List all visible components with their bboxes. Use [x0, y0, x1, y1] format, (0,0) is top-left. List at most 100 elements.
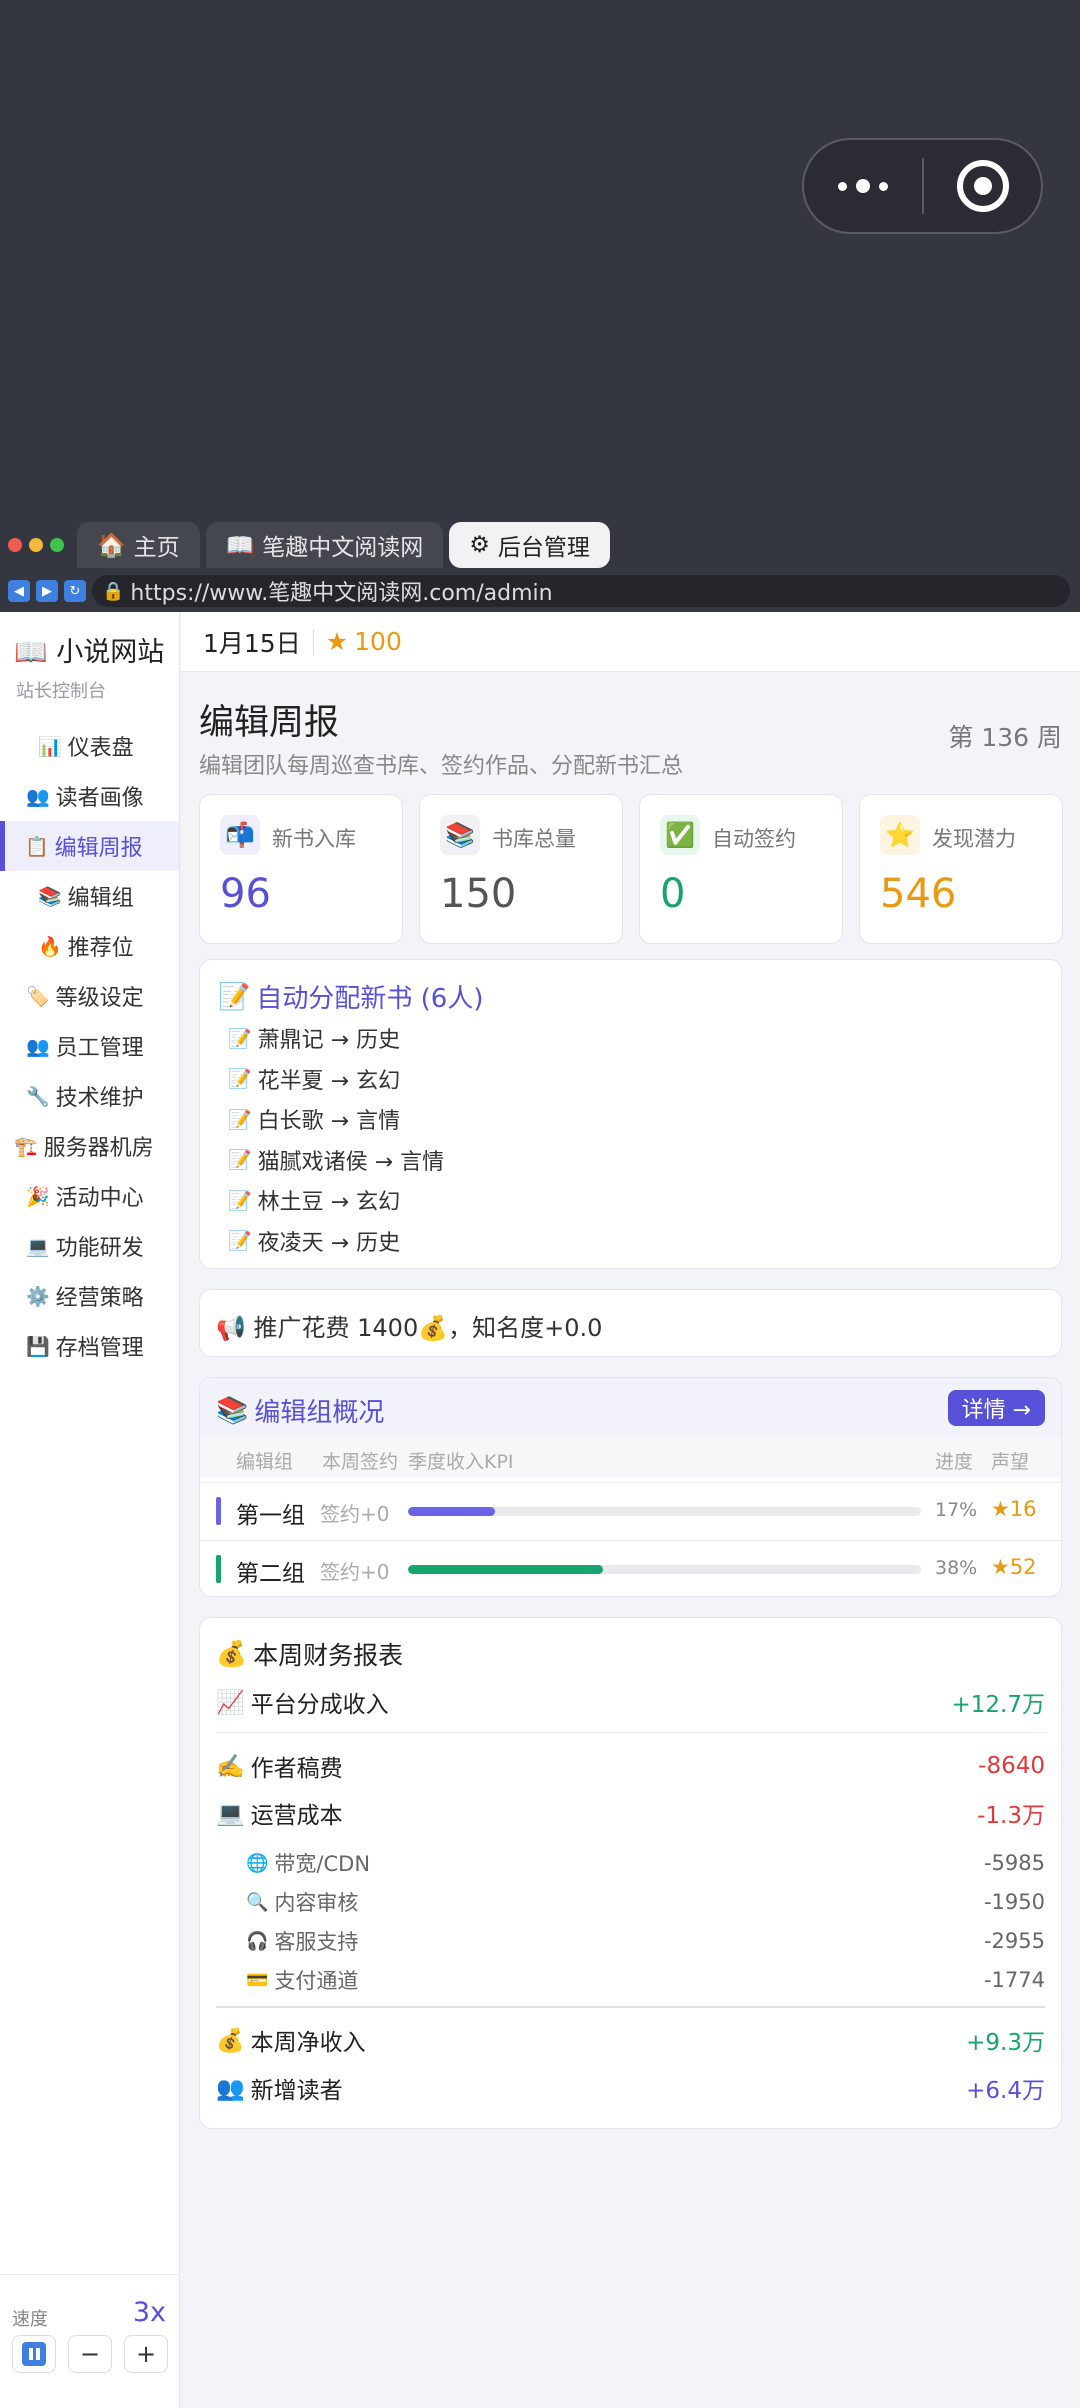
kpi-progress-bar	[408, 1565, 921, 1574]
speed-control: 速度 3x − +	[0, 2274, 180, 2408]
sidebar-brand-subtitle: 站长控制台	[16, 681, 106, 702]
tab-home[interactable]: 🏠 主页	[77, 522, 200, 568]
stat-card: 📬 新书入库 96	[199, 794, 403, 944]
speed-value: 3x	[132, 2297, 166, 2328]
sidebar-item-icon: 🔧	[26, 1085, 50, 1108]
assign-list-item: 📝 花半夏 → 玄幻	[228, 1063, 400, 1095]
sidebar-item-label: 活动中心	[55, 1186, 144, 1211]
details-button[interactable]: 详情 →	[947, 1390, 1045, 1426]
editor-groups-card: 📚 编辑组概况 详情 → 编辑组 本周签约 季度收入KPI 进度 声望 第一组签…	[199, 1377, 1062, 1597]
memo-icon: 📝	[228, 1230, 252, 1252]
promotion-card: 📢 推广花费 1400💰，知名度+0.0	[199, 1289, 1062, 1357]
assign-list-item: 📝 猫腻戏诸侯 → 言情	[228, 1144, 444, 1176]
sidebar-item[interactable]: 📊 仪表盘	[0, 721, 179, 771]
group-name: 第二组	[236, 1561, 305, 1587]
sidebar-item-icon: 💻	[26, 1235, 50, 1258]
operating-cost-item: 🎧 客服支持 -2955	[246, 1926, 1045, 1956]
sidebar-item-icon: 👥	[26, 785, 50, 808]
window-close-dot[interactable]	[8, 538, 22, 552]
column-header: 本周签约	[322, 1451, 399, 1473]
address-bar: ◀ ▶ ↻ 🔒 https://www.笔趣中文阅读网.com/admin	[0, 570, 1080, 612]
speed-plus-button[interactable]: +	[124, 2335, 168, 2373]
pause-button[interactable]	[12, 2335, 56, 2373]
sidebar-item-label: 编辑组	[67, 886, 134, 911]
row-label: 新增读者	[250, 2078, 343, 2104]
sidebar-item[interactable]: 📚 编辑组	[0, 871, 179, 921]
group-signed: 签约+0	[320, 1560, 390, 1584]
stat-card: ⭐ 发现潜力 546	[859, 794, 1063, 944]
sidebar-item-label: 读者画像	[55, 786, 144, 811]
author-fee-row: ✍️ 作者稿费 -8640	[216, 1748, 1045, 1784]
miniprogram-capsule	[802, 138, 1043, 234]
stat-label: 书库总量	[492, 827, 576, 851]
forward-icon[interactable]: ▶	[36, 580, 58, 602]
tab-reading-site[interactable]: 📖 笔趣中文阅读网	[205, 522, 444, 568]
chart-up-icon: 📈	[216, 1689, 245, 1716]
sidebar-item[interactable]: 💻 功能研发	[0, 1221, 179, 1271]
sidebar-item-label: 经营策略	[55, 1286, 144, 1311]
sidebar-item-icon: ⚙️	[26, 1285, 50, 1308]
auto-assign-title-text: 自动分配新书 (6人)	[256, 984, 484, 1014]
cost-item-value: -2955	[983, 1929, 1045, 1953]
books-icon: 📚	[216, 1395, 249, 1426]
editor-groups-header: 📚 编辑组概况 详情 →	[200, 1378, 1061, 1438]
memo-icon: 📝	[228, 1189, 252, 1212]
memo-icon: 📝	[228, 1149, 252, 1171]
sidebar-item[interactable]: 🏷️ 等级设定	[0, 971, 179, 1021]
sidebar-item[interactable]: 🎉 活动中心	[0, 1171, 179, 1221]
sidebar-item-label: 编辑周报	[54, 836, 143, 861]
sidebar-nav: 📊 仪表盘 👥 读者画像 📋 编辑周报 📚 编辑组 🔥 推荐位 🏷️ 等级设定 👥 员工管理 🔧 技术维护 🏗️…	[0, 721, 179, 1371]
cost-item-label: 支付通道	[274, 1969, 359, 1993]
new-readers-row: 👥 新增读者 +6.4万	[216, 2070, 1045, 2106]
tab-admin[interactable]: ⚙ 后台管理	[449, 522, 610, 568]
sidebar: 📖 小说网站 站长控制台 📊 仪表盘 👥 读者画像 📋 编辑周报 📚 编辑组 🔥 推荐位 🏷️ 等级设…	[0, 612, 180, 2408]
sidebar-item[interactable]: 🔥 推荐位	[0, 921, 179, 971]
sidebar-item[interactable]: 👥 读者画像	[0, 771, 179, 821]
fame-value: 100	[354, 627, 402, 656]
window-maximize-dot[interactable]	[50, 538, 64, 552]
sidebar-item[interactable]: 🏗️ 服务器机房	[0, 1121, 179, 1171]
assign-text: 猫腻戏诸侯 → 言情	[257, 1149, 445, 1175]
pause-icon	[22, 2342, 46, 2366]
assign-list-item: 📝 萧鼎记 → 历史	[228, 1022, 400, 1054]
editor-group-row[interactable]: 第一组 签约+0 17% ★16	[200, 1482, 1061, 1538]
sidebar-item-label: 等级设定	[55, 986, 144, 1011]
tab-label: 后台管理	[497, 535, 590, 561]
finance-title: 💰 本周财务报表	[216, 1636, 403, 1672]
fame-indicator: ★ 100	[326, 627, 402, 656]
sidebar-item[interactable]: 👥 员工管理	[0, 1021, 179, 1071]
sidebar-item-label: 仪表盘	[67, 736, 134, 761]
sidebar-item-icon: 🏗️	[14, 1135, 38, 1158]
row-label: 运营成本	[250, 1803, 343, 1829]
auto-assign-card: 📝 自动分配新书 (6人) 📝 萧鼎记 → 历史 📝 花半夏 → 玄幻 📝 白长歌 → 言…	[199, 959, 1062, 1269]
refresh-icon[interactable]: ↻	[64, 580, 86, 602]
book-icon: 📖	[225, 532, 255, 559]
close-miniprogram-button[interactable]	[924, 160, 1041, 212]
sidebar-item[interactable]: 💾 存档管理	[0, 1321, 179, 1371]
top-dark-area	[0, 0, 1080, 520]
row-label: 本周净收入	[250, 2030, 366, 2056]
more-menu-button[interactable]	[804, 140, 922, 232]
editor-group-row[interactable]: 第二组 签约+0 38% ★52	[200, 1540, 1061, 1596]
back-icon[interactable]: ◀	[8, 580, 30, 602]
assign-list-item: 📝 林土豆 → 玄幻	[228, 1184, 400, 1216]
url-text: https://www.笔趣中文阅读网.com/admin	[130, 581, 553, 606]
finance-report-card: 💰 本周财务报表 📈 平台分成收入 +12.7万 ✍️ 作者稿费 -8640 💻 运营…	[199, 1617, 1062, 2129]
row-value: +12.7万	[951, 1692, 1045, 1718]
kpi-progress-bar	[408, 1507, 921, 1516]
operating-cost-item: 🔍 内容审核 -1950	[246, 1887, 1045, 1917]
sidebar-item-icon: 📚	[38, 885, 62, 908]
current-date: 1月15日	[203, 628, 301, 658]
stat-card: ✅ 自动签约 0	[639, 794, 843, 944]
url-field[interactable]: 🔒 https://www.笔趣中文阅读网.com/admin	[92, 575, 1070, 607]
assign-list-item: 📝 夜凌天 → 历史	[228, 1225, 400, 1257]
assign-text: 夜凌天 → 历史	[257, 1230, 401, 1256]
speed-minus-button[interactable]: −	[68, 2335, 112, 2373]
cost-item-value: -5985	[983, 1851, 1045, 1875]
sidebar-item[interactable]: 📋 编辑周报	[0, 821, 179, 871]
group-fame: ★52	[991, 1555, 1037, 1579]
sidebar-item[interactable]: 🔧 技术维护	[0, 1071, 179, 1121]
window-minimize-dot[interactable]	[29, 538, 43, 552]
sidebar-item[interactable]: ⚙️ 经营策略	[0, 1271, 179, 1321]
stat-label: 新书入库	[272, 827, 356, 851]
